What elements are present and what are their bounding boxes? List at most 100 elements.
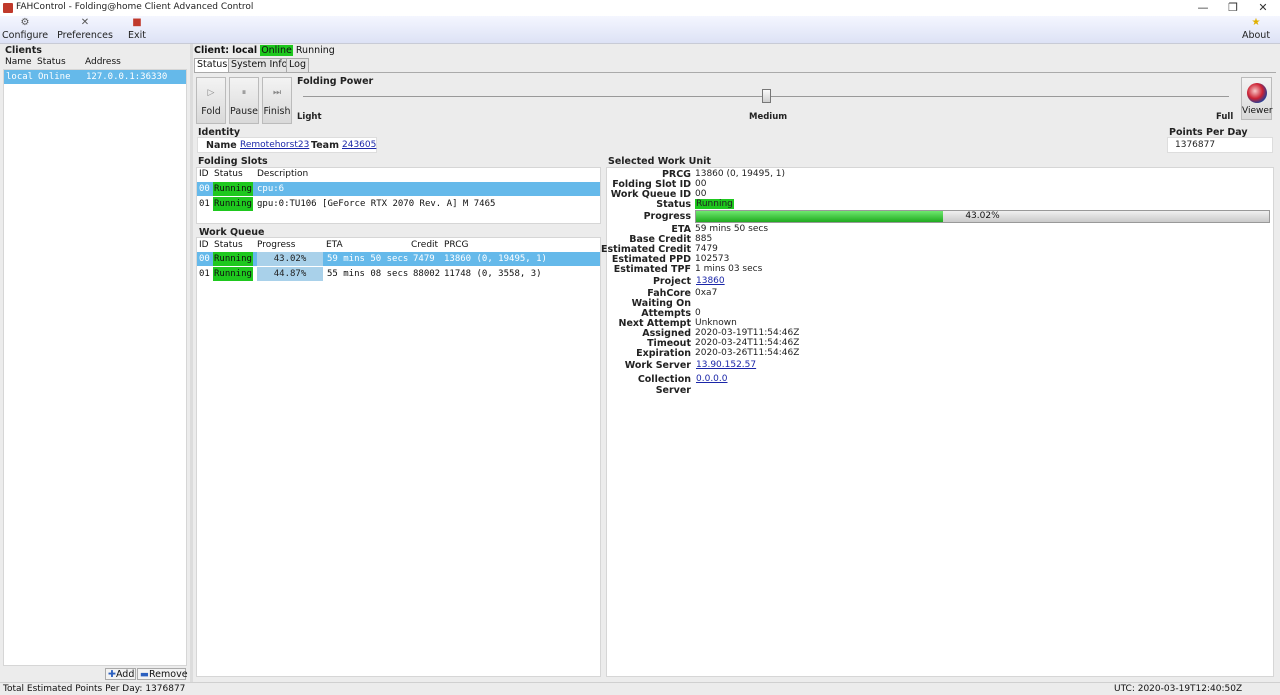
close-icon[interactable]: ✕ <box>1246 0 1280 16</box>
queue-col-eta[interactable]: ETA <box>326 240 343 250</box>
wu-collection-server-link[interactable]: 0.0.0.0 <box>696 374 728 384</box>
pause-button[interactable]: ⏸ Pause <box>229 77 259 124</box>
tab-system-info[interactable]: System Info <box>228 58 291 72</box>
identity-team-label: Team <box>311 140 339 151</box>
add-icon: ✚ <box>108 669 116 680</box>
add-client-button[interactable]: ✚Add <box>105 668 136 680</box>
queue-eta: 55 mins 08 secs <box>327 269 409 279</box>
queue-row[interactable]: 01 Running 44.87% 55 mins 08 secs 88002 … <box>197 267 600 281</box>
wu-progress-bar: 43.02% <box>695 210 1270 223</box>
power-medium-label: Medium <box>749 112 788 122</box>
identity-team-link[interactable]: 243605 <box>342 140 376 150</box>
client-address: 127.0.0.1:36330 <box>86 72 168 82</box>
ppd-value: 1376877 <box>1175 140 1216 150</box>
client-running-status: Running <box>295 45 335 56</box>
protein-icon <box>1246 83 1267 103</box>
clients-col-status[interactable]: Status <box>37 57 77 67</box>
wu-est-credit-value: 7479 <box>695 244 718 254</box>
slot-description: gpu:0:TU106 [GeForce RTX 2070 Rev. A] M … <box>257 199 496 209</box>
queue-col-status[interactable]: Status <box>214 240 243 250</box>
preferences-button[interactable]: ✕ Preferences <box>56 16 114 44</box>
clients-col-address[interactable]: Address <box>85 57 145 67</box>
queue-prcg: 13860 (0, 19495, 1) <box>444 254 547 264</box>
wu-eta-value: 59 mins 50 secs <box>695 224 769 234</box>
slot-id: 00 <box>199 184 210 194</box>
queue-col-id[interactable]: ID <box>199 240 209 250</box>
exit-button[interactable]: ■ Exit <box>124 16 150 44</box>
slot-id: 01 <box>199 199 210 209</box>
client-header: Client: local Online Running <box>194 45 335 56</box>
add-label: Add <box>115 669 135 680</box>
minimize-icon[interactable]: — <box>1186 0 1220 16</box>
slots-col-status[interactable]: Status <box>214 169 243 179</box>
wu-fahcore-value: 0xa7 <box>695 288 718 298</box>
slot-row[interactable]: 00 Running cpu:6 <box>197 182 600 196</box>
queue-col-credit[interactable]: Credit <box>411 240 438 250</box>
folding-slots-title: Folding Slots <box>198 156 268 167</box>
wu-project-link[interactable]: 13860 <box>696 276 725 286</box>
window-title: FAHControl - Folding@home Client Advance… <box>16 2 254 12</box>
clients-col-name[interactable]: Name <box>5 57 35 67</box>
finish-icon: ⏭ <box>272 88 282 98</box>
slots-col-id[interactable]: ID <box>199 169 209 179</box>
power-slider-thumb[interactable] <box>762 89 771 103</box>
power-full-label: Full <box>1216 112 1234 122</box>
wu-slot-value: 00 <box>695 179 707 189</box>
queue-row[interactable]: 00 Running 43.02% 59 mins 50 secs 7479 1… <box>197 252 600 266</box>
queue-progress: 43.02% <box>257 252 323 266</box>
splitter[interactable] <box>190 44 193 682</box>
viewer-label: Viewer <box>1242 106 1273 116</box>
work-unit-title: Selected Work Unit <box>608 156 711 167</box>
client-status: Online <box>38 72 71 82</box>
wu-collection-server-label: Collection Server <box>637 374 691 396</box>
wu-prcg-value: 13860 (0, 19495, 1) <box>695 169 786 179</box>
identity-name-link[interactable]: Remotehorst23 <box>240 140 309 150</box>
star-icon: ★ <box>1251 17 1261 28</box>
finish-button[interactable]: ⏭ Finish <box>262 77 292 124</box>
configure-button[interactable]: ⚙ Configure <box>2 16 48 44</box>
client-label: Client: <box>194 45 230 56</box>
utc-time-text: UTC: 2020-03-19T12:40:50Z <box>1114 684 1243 694</box>
wu-est-tpf-value: 1 mins 03 secs <box>695 264 763 274</box>
tools-icon: ✕ <box>80 17 90 28</box>
queue-col-prcg[interactable]: PRCG <box>444 240 469 250</box>
slots-col-description[interactable]: Description <box>257 169 308 179</box>
wu-expiration-label: Expiration <box>636 348 691 359</box>
fold-button[interactable]: ▷ Fold <box>196 77 226 124</box>
client-row[interactable]: local Online 127.0.0.1:36330 <box>4 70 186 84</box>
remove-icon: ▬ <box>140 669 149 680</box>
folding-power-title: Folding Power <box>297 76 374 87</box>
queue-status: Running <box>213 252 253 266</box>
wu-next-attempt-value: Unknown <box>695 318 737 328</box>
wu-base-credit-value: 885 <box>695 234 713 244</box>
client-online-badge: Online <box>260 45 293 56</box>
tab-log[interactable]: Log <box>286 58 309 72</box>
finish-label: Finish <box>263 106 291 117</box>
fold-label: Fold <box>201 106 221 117</box>
queue-credit: 7479 <box>413 254 435 264</box>
work-queue-table <box>196 237 601 677</box>
pause-label: Pause <box>230 106 258 117</box>
slot-row[interactable]: 01 Running gpu:0:TU106 [GeForce RTX 2070… <box>197 197 600 211</box>
clients-header: Clients <box>5 45 42 56</box>
wu-status-label: Status <box>656 199 691 210</box>
gear-icon: ⚙ <box>20 17 30 28</box>
remove-client-button[interactable]: ▬Remove <box>137 668 188 680</box>
queue-status: Running <box>213 267 253 281</box>
viewer-button[interactable]: Viewer <box>1241 77 1273 120</box>
wu-work-server-label: Work Server <box>624 360 691 371</box>
exit-icon: ■ <box>132 17 142 28</box>
status-bar: Total Estimated Points Per Day: 1376877 … <box>0 682 1280 695</box>
queue-eta: 59 mins 50 secs <box>327 254 409 264</box>
queue-id: 00 <box>199 254 210 264</box>
identity-name-label: Name <box>206 140 237 151</box>
wu-queue-value: 00 <box>695 189 707 199</box>
wu-work-server-link[interactable]: 13.90.152.57 <box>696 360 756 370</box>
tab-status[interactable]: Status <box>194 58 231 72</box>
wu-expiration-value: 2020-03-26T11:54:46Z <box>695 348 800 358</box>
maximize-icon[interactable]: ❐ <box>1216 0 1250 16</box>
about-button[interactable]: ★ About <box>1240 16 1272 44</box>
toolbar: ⚙ Configure ✕ Preferences ■ Exit ★ About <box>0 16 1280 44</box>
wu-attempts-value: 0 <box>695 308 701 318</box>
queue-col-progress[interactable]: Progress <box>257 240 295 250</box>
